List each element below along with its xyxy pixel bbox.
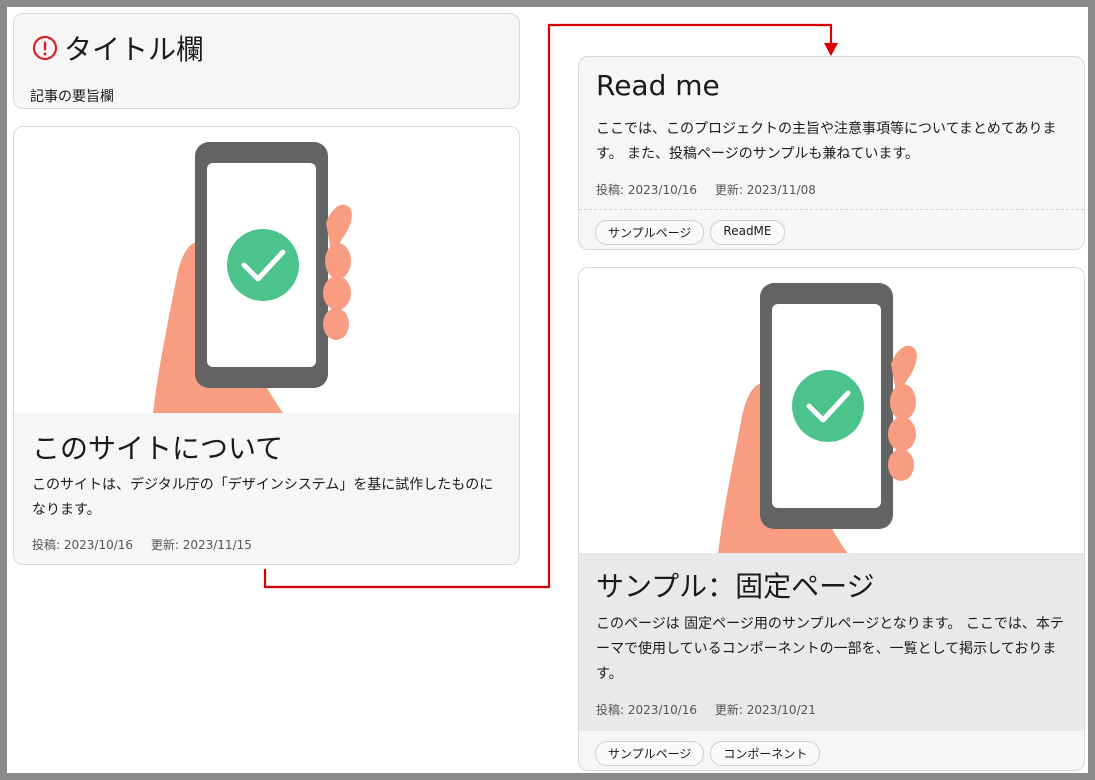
canvas: タイトル欄 記事の要旨欄 このサイトについて このサイトは、デジタル庁の「デザイ…	[7, 7, 1088, 773]
arrowhead-icon	[824, 43, 838, 56]
connector-arrow	[263, 23, 838, 589]
